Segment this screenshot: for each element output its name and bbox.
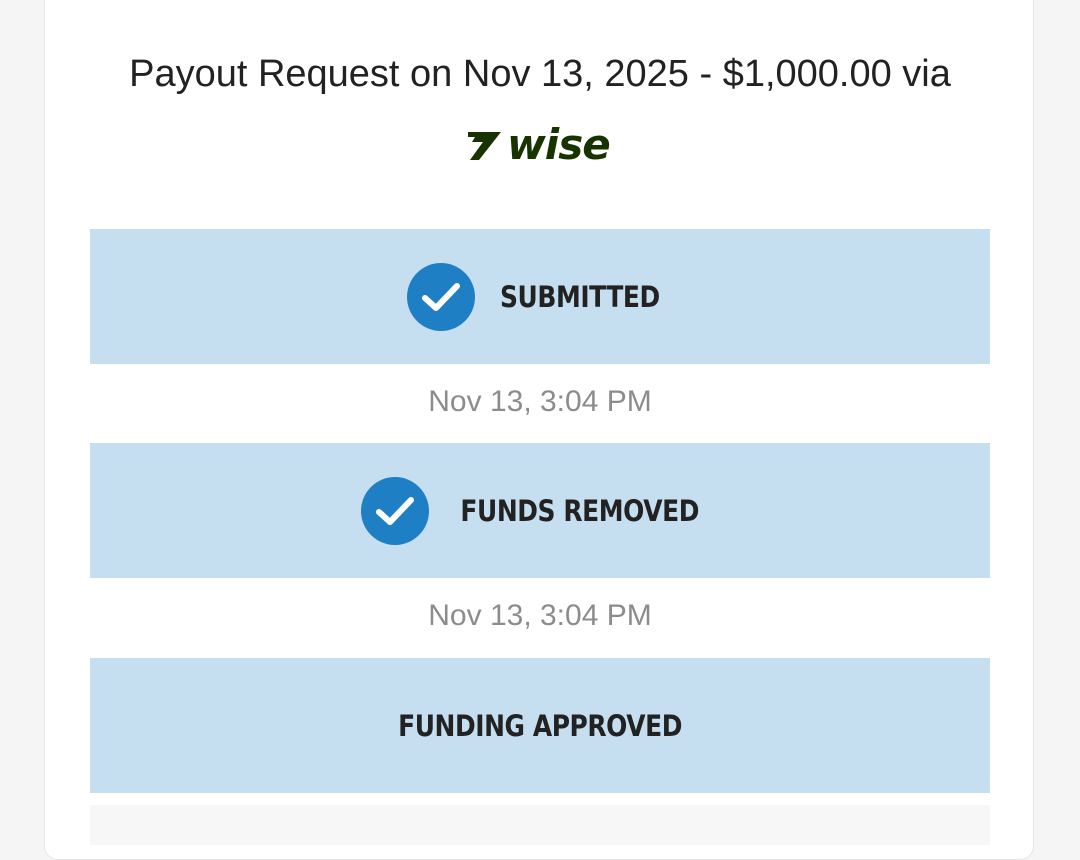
check-circle-icon xyxy=(361,476,430,545)
wise-flag-icon xyxy=(468,132,501,160)
step-timestamp: Nov 13, 3:04 PM xyxy=(428,385,652,418)
wise-logo: wise xyxy=(465,120,611,169)
payout-request-card: Payout Request on Nov 13, 2025 - $1,000.… xyxy=(44,0,1034,860)
check-circle-icon xyxy=(407,262,476,331)
next-step-placeholder xyxy=(90,805,990,845)
step-label: FUNDS REMOVED xyxy=(460,493,700,528)
step-label: SUBMITTED xyxy=(500,279,660,314)
step-funds-removed: FUNDS REMOVED xyxy=(90,443,990,578)
wise-logo-text: wise xyxy=(507,120,611,169)
step-submitted: SUBMITTED xyxy=(90,229,990,364)
payout-title: Payout Request on Nov 13, 2025 - $1,000.… xyxy=(129,53,951,95)
step-funding-approved: FUNDING APPROVED xyxy=(90,658,990,793)
step-timestamp: Nov 13, 3:04 PM xyxy=(428,599,652,632)
step-label: FUNDING APPROVED xyxy=(398,708,682,743)
